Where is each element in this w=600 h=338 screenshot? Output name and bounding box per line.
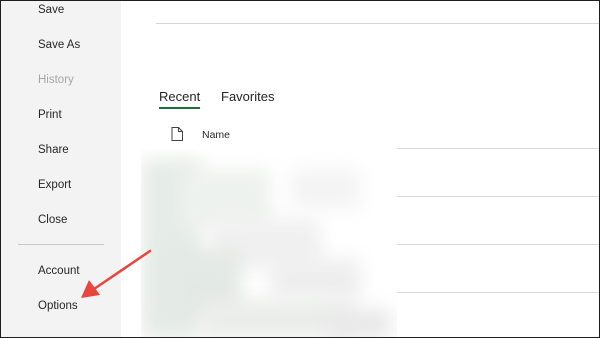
backstage-main: Recent Favorites Name	[121, 1, 599, 337]
sidebar-item-save-as[interactable]: Save As	[38, 38, 80, 52]
sidebar-item-export[interactable]: Export	[38, 178, 71, 192]
row-divider	[397, 196, 599, 197]
sidebar-divider	[18, 244, 104, 245]
tab-recent[interactable]: Recent	[159, 89, 201, 109]
row-divider	[397, 244, 599, 245]
recent-files-list-blurred	[141, 149, 397, 337]
row-divider	[397, 292, 599, 293]
sidebar-item-share[interactable]: Share	[38, 143, 69, 157]
sidebar-item-close[interactable]: Close	[38, 213, 67, 227]
sidebar-item-save[interactable]: Save	[38, 3, 64, 17]
backstage-sidebar: Save Save As History Print Share Export …	[1, 1, 121, 337]
app-window: Save Save As History Print Share Export …	[0, 0, 600, 338]
tab-favorites[interactable]: Favorites	[221, 89, 274, 105]
row-divider	[397, 148, 599, 149]
file-type-icon	[171, 127, 183, 141]
sidebar-item-history: History	[38, 74, 74, 86]
column-header-name[interactable]: Name	[202, 129, 230, 141]
sidebar-item-print[interactable]: Print	[38, 108, 62, 122]
sidebar-item-options[interactable]: Options	[38, 299, 78, 313]
header-divider	[156, 23, 599, 24]
sidebar-item-account[interactable]: Account	[38, 264, 80, 278]
